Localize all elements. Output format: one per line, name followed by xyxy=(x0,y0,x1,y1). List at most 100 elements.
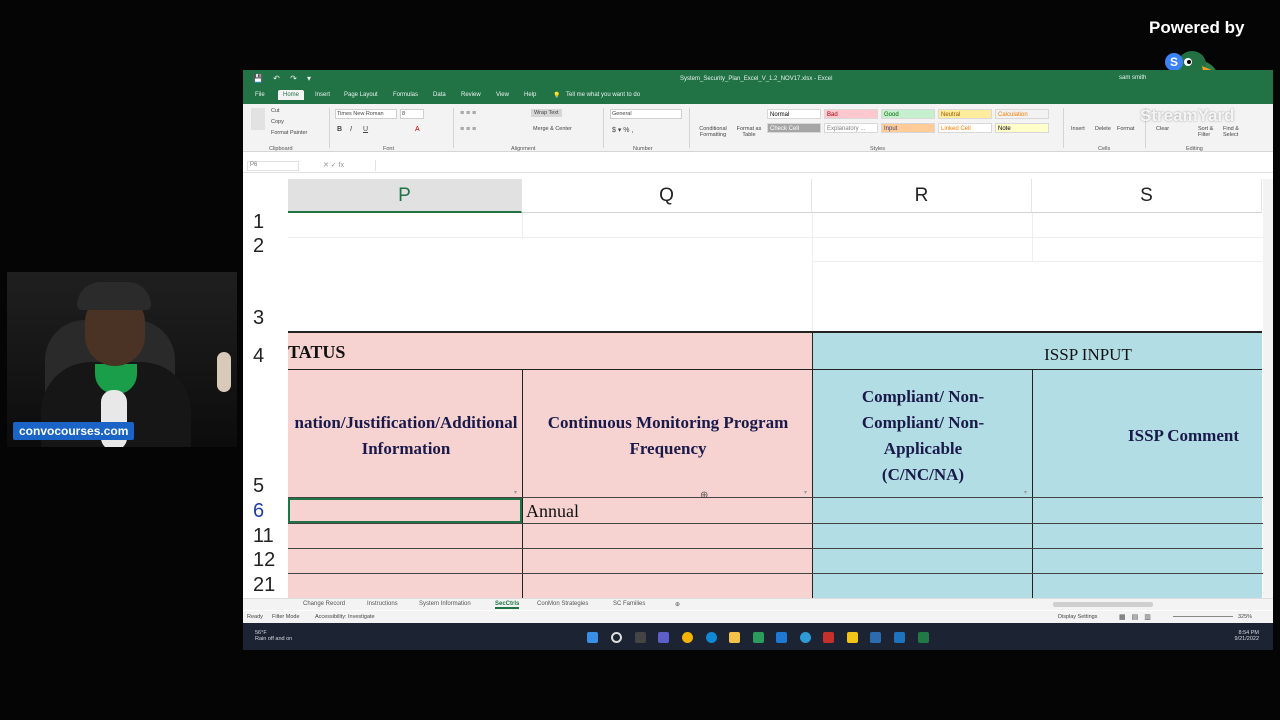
issp-comment-header-cell[interactable]: ISSP Comment xyxy=(1032,369,1262,497)
add-sheet-button[interactable]: ⊕ xyxy=(675,601,680,608)
task-view-icon[interactable] xyxy=(635,632,646,643)
filter-dropdown-icon[interactable]: ▾ xyxy=(1024,489,1027,496)
quick-access-toolbar[interactable]: 💾 ↶ ↷ ▾ xyxy=(253,74,315,83)
cell-style-linked-cell[interactable]: Linked Cell xyxy=(938,123,992,133)
sheet-tab-change-record[interactable]: Change Record xyxy=(303,601,345,607)
row-header-11[interactable]: 11 xyxy=(253,525,287,548)
row-header-4[interactable]: 4 xyxy=(253,345,287,368)
number-format-select[interactable]: General xyxy=(610,109,682,119)
cell-style-explanatory[interactable]: Explanatory ... xyxy=(824,123,878,133)
system-clock[interactable]: 8:54 PM 9/21/2022 xyxy=(1235,630,1259,642)
tab-view[interactable]: View xyxy=(496,92,509,98)
sheet-tab-instructions[interactable]: Instructions xyxy=(367,601,398,607)
cell-style-note[interactable]: Note xyxy=(995,123,1049,133)
font-color-button[interactable]: A xyxy=(415,126,420,133)
steam-icon[interactable] xyxy=(894,632,905,643)
vscode-icon[interactable] xyxy=(870,632,881,643)
number-format-icons[interactable]: $ ▾ % , xyxy=(612,126,633,134)
windows-start-icon[interactable] xyxy=(587,632,598,643)
vertical-scrollbar[interactable] xyxy=(1263,179,1273,599)
zoom-level[interactable]: 325% xyxy=(1238,614,1252,620)
bold-button[interactable]: B xyxy=(337,126,342,133)
wrap-text-button[interactable]: Wrap Text xyxy=(531,109,562,117)
tab-file[interactable]: File xyxy=(255,92,265,98)
formula-input[interactable] xyxy=(375,160,1265,171)
filter-dropdown-icon[interactable]: ▾ xyxy=(514,489,517,496)
zoom-slider[interactable] xyxy=(1173,616,1233,617)
tab-page-layout[interactable]: Page Layout xyxy=(344,92,378,98)
selected-cell-p6[interactable] xyxy=(288,498,522,523)
delete-cells-button[interactable]: Delete xyxy=(1095,126,1111,132)
row-header-12[interactable]: 12 xyxy=(253,549,287,572)
compliance-header-cell[interactable]: Compliant/ Non-Compliant/ Non-Applicable… xyxy=(812,369,1032,497)
tab-data[interactable]: Data xyxy=(433,92,446,98)
excel-taskbar-icon[interactable] xyxy=(918,632,929,643)
cell-q6[interactable]: Annual xyxy=(526,501,579,522)
cell-style-input[interactable]: Input xyxy=(881,123,935,133)
font-name-select[interactable]: Times New Roman xyxy=(335,109,397,119)
weather-widget[interactable]: 56°F Rain off and on xyxy=(255,630,292,642)
row-header-21[interactable]: 21 xyxy=(253,574,287,597)
row-header-3[interactable]: 3 xyxy=(253,307,287,330)
mail-icon[interactable] xyxy=(776,632,787,643)
issp-input-group-header[interactable]: ISSP INPUT xyxy=(812,331,1262,369)
monitoring-frequency-header-cell[interactable]: Continuous Monitoring Program Frequency xyxy=(522,369,812,497)
row-header-6[interactable]: 6 xyxy=(253,500,287,523)
find-select-button[interactable]: Find & Select xyxy=(1223,126,1245,138)
align-horizontal-icons[interactable]: ≡ ≡ ≡ xyxy=(460,126,476,133)
cell-style-bad[interactable]: Bad xyxy=(824,109,878,119)
status-group-header[interactable]: TATUS xyxy=(288,331,812,369)
sheet-tab-system-information[interactable]: System Information xyxy=(419,601,471,607)
cell-style-check-cell[interactable]: Check Cell xyxy=(767,123,821,133)
italic-button[interactable]: I xyxy=(350,126,352,133)
edge-icon[interactable] xyxy=(706,632,717,643)
column-header-r[interactable]: R xyxy=(812,179,1032,213)
underline-button[interactable]: U xyxy=(363,126,368,133)
column-header-q[interactable]: Q xyxy=(522,179,812,213)
row-header-5[interactable]: 5 xyxy=(253,475,287,498)
tab-formulas[interactable]: Formulas xyxy=(393,92,418,98)
row-header-1[interactable]: 1 xyxy=(253,211,287,234)
name-box[interactable]: P6 xyxy=(247,161,299,171)
justification-header-cell[interactable]: nation/Justification/Additional Informat… xyxy=(288,369,522,497)
search-icon[interactable] xyxy=(611,632,622,643)
view-mode-icons[interactable]: ▦▤▥ xyxy=(1119,613,1157,621)
align-icons[interactable]: ≡ ≡ ≡ xyxy=(460,110,476,117)
format-painter-button[interactable]: Format Painter xyxy=(271,130,307,136)
file-explorer-icon[interactable] xyxy=(729,632,740,643)
display-settings-button[interactable]: Display Settings xyxy=(1058,614,1097,620)
store-icon[interactable] xyxy=(753,632,764,643)
conditional-formatting-button[interactable]: Conditional Formatting xyxy=(695,126,731,138)
user-name[interactable]: sam smith xyxy=(1119,75,1146,81)
chrome-icon[interactable] xyxy=(682,632,693,643)
accessibility-status[interactable]: Accessibility: Investigate xyxy=(315,614,375,620)
column-header-s[interactable]: S xyxy=(1032,179,1262,213)
cut-button[interactable]: Cut xyxy=(271,108,280,114)
clear-button[interactable]: Clear xyxy=(1156,126,1169,132)
tell-me-search[interactable]: Tell me what you want to do xyxy=(566,92,640,98)
tab-review[interactable]: Review xyxy=(461,92,481,98)
office-icon[interactable] xyxy=(823,632,834,643)
paste-icon[interactable] xyxy=(251,108,265,130)
cell-style-neutral[interactable]: Neutral xyxy=(938,109,992,119)
filter-dropdown-icon[interactable]: ▾ xyxy=(804,489,807,496)
teams-icon[interactable] xyxy=(658,632,669,643)
cell-style-good[interactable]: Good xyxy=(881,109,935,119)
copy-button[interactable]: Copy xyxy=(271,119,284,125)
row-header-2[interactable]: 2 xyxy=(253,235,287,258)
sort-filter-button[interactable]: Sort & Filter xyxy=(1198,126,1220,138)
app-icon[interactable] xyxy=(800,632,811,643)
font-size-select[interactable]: 8 xyxy=(400,109,424,119)
sheet-tab-sc-families[interactable]: SC Families xyxy=(613,601,645,607)
sheet-tab-conmon-strategies[interactable]: ConMon Strategies xyxy=(537,601,588,607)
tab-home[interactable]: Home xyxy=(278,90,305,100)
column-header-p[interactable]: P xyxy=(288,179,522,213)
cell-style-normal[interactable]: Normal xyxy=(767,109,821,119)
insert-cells-button[interactable]: Insert xyxy=(1071,126,1085,132)
merge-center-button[interactable]: Merge & Center xyxy=(533,126,572,132)
format-cells-button[interactable]: Format xyxy=(1117,126,1134,132)
tab-help[interactable]: Help xyxy=(524,92,536,98)
cell-style-calculation[interactable]: Calculation xyxy=(995,109,1049,119)
sticky-notes-icon[interactable] xyxy=(847,632,858,643)
format-as-table-button[interactable]: Format as Table xyxy=(733,126,765,138)
